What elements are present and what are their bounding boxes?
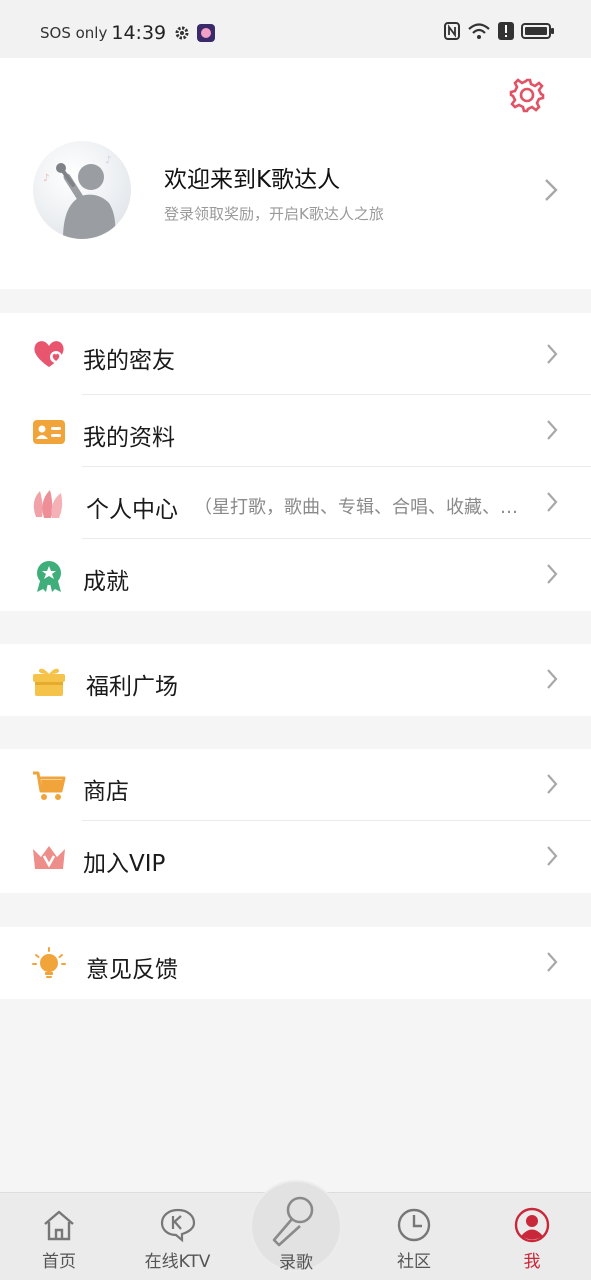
- nav-community[interactable]: 社区: [375, 1193, 453, 1280]
- settings-gear-icon[interactable]: [508, 76, 546, 114]
- menu-item-personal-center[interactable]: 个人中心 （星打歌，歌曲、专辑、合唱、收藏、…: [0, 467, 591, 539]
- nav-label-ktv: 在线KTV: [144, 1252, 211, 1272]
- carrier-text: SOS only: [40, 24, 108, 42]
- svg-text:♪: ♪: [43, 173, 49, 184]
- app-notification-icon: [197, 24, 216, 42]
- menu-group-feedback: 意见反馈: [0, 927, 591, 999]
- alert-icon: [498, 22, 514, 40]
- id-card-icon: [33, 420, 65, 444]
- nav-me[interactable]: 我: [496, 1193, 568, 1280]
- menu-label-welfare: 福利广场: [86, 674, 178, 700]
- home-icon: [44, 1210, 74, 1241]
- menu-item-friends[interactable]: 我的密友: [0, 313, 591, 395]
- menu-item-feedback[interactable]: 意见反馈: [0, 927, 591, 999]
- nav-label-community: 社区: [397, 1252, 431, 1272]
- chevron-right-icon: [547, 564, 558, 584]
- chevron-right-icon: [547, 492, 558, 512]
- screen: SOS only 14:39 ♪ ♪ 欢迎来到K歌达人 登录领取奖励，开启K歌达…: [0, 0, 591, 1280]
- chevron-right-icon: [547, 846, 558, 866]
- menu-group-welfare: 福利广场: [0, 644, 591, 716]
- user-profile-icon: [514, 1207, 550, 1243]
- nav-label-me: 我: [523, 1252, 541, 1272]
- clock-community-icon: [397, 1208, 431, 1242]
- chevron-right-icon: [547, 774, 558, 794]
- nav-label-home: 首页: [42, 1252, 76, 1272]
- achievement-medal-icon: [37, 561, 61, 592]
- menu-label-personal-center: 个人中心: [86, 497, 178, 523]
- menu-label-shop: 商店: [83, 779, 129, 805]
- gift-box-icon: [33, 668, 65, 696]
- wifi-icon: [468, 23, 490, 39]
- avatar[interactable]: ♪ ♪: [33, 141, 131, 239]
- chevron-right-icon: [545, 179, 558, 201]
- heart-friends-icon: [34, 341, 64, 367]
- shopping-cart-icon: [33, 771, 66, 800]
- menu-item-profile-info[interactable]: 我的资料: [0, 395, 591, 467]
- clock: 14:39: [111, 22, 167, 44]
- menu-item-achievements[interactable]: 成就: [0, 539, 591, 611]
- menu-label-friends: 我的密友: [83, 348, 175, 374]
- battery-icon: [521, 23, 554, 39]
- menu-label-achievements: 成就: [83, 569, 129, 595]
- menu-item-shop[interactable]: 商店: [0, 749, 591, 821]
- chevron-right-icon: [547, 952, 558, 972]
- nfc-icon: [444, 22, 460, 40]
- nav-label-record: 录歌: [279, 1253, 313, 1273]
- welcome-title[interactable]: 欢迎来到K歌达人: [164, 160, 340, 194]
- welcome-subtitle: 登录领取奖励，开启K歌达人之旅: [164, 205, 384, 223]
- chevron-right-icon: [547, 420, 558, 440]
- singer-avatar-icon: ♪ ♪: [43, 155, 116, 239]
- nav-home[interactable]: 首页: [18, 1193, 100, 1280]
- menu-group-account: 我的密友 我的资料 个人中心 （星打歌，歌曲、专辑、合唱、收藏、… 成就: [0, 313, 591, 611]
- status-bar: SOS only 14:39: [0, 0, 591, 58]
- nav-ktv[interactable]: 在线KTV: [130, 1193, 225, 1280]
- menu-label-feedback: 意见反馈: [86, 957, 178, 983]
- online-ktv-icon: [160, 1208, 195, 1243]
- chevron-right-icon: [547, 669, 558, 689]
- vip-crown-icon: [33, 846, 65, 869]
- menu-group-shop: 商店 加入VIP: [0, 749, 591, 893]
- menu-hint-personal-center: （星打歌，歌曲、专辑、合唱、收藏、…: [194, 497, 518, 518]
- menu-item-vip[interactable]: 加入VIP: [0, 821, 591, 893]
- menu-label-vip: 加入VIP: [83, 851, 166, 877]
- lightbulb-icon: [32, 947, 66, 978]
- profile-header[interactable]: ♪ ♪ 欢迎来到K歌达人 登录领取奖励，开启K歌达人之旅: [0, 58, 591, 289]
- menu-item-welfare[interactable]: 福利广场: [0, 644, 591, 716]
- menu-label-profile-info: 我的资料: [83, 425, 175, 451]
- personal-center-petals-icon: [33, 490, 63, 518]
- svg-text:♪: ♪: [105, 155, 111, 166]
- chevron-right-icon: [547, 344, 558, 364]
- settings-status-icon: [175, 26, 189, 40]
